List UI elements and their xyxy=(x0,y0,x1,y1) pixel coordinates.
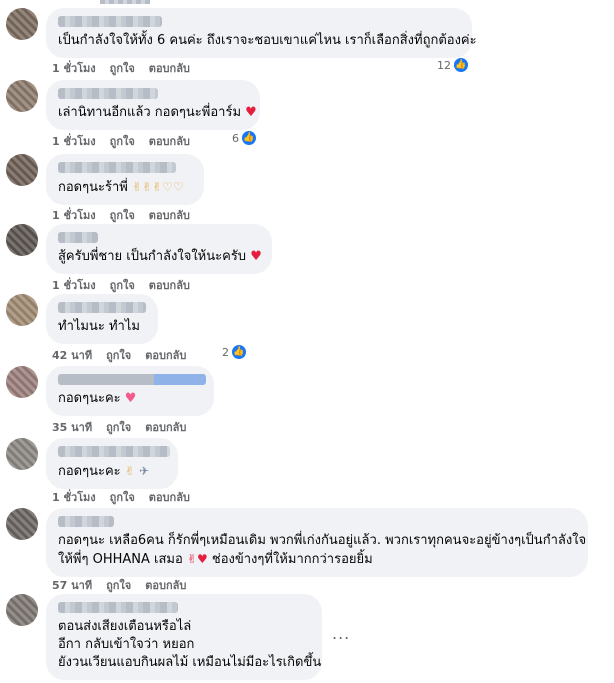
blurred-author-name[interactable] xyxy=(58,162,176,173)
comment-text-body: ให้พี่ๆ OHHANA เสมอ xyxy=(58,552,183,567)
avatar[interactable] xyxy=(6,366,38,398)
red-heart-icon: ♥ xyxy=(245,105,257,120)
avatar[interactable] xyxy=(6,438,38,470)
like-button[interactable]: ถูกใจ xyxy=(110,206,135,224)
comment-actions: 1 ชั่วโมง ถูกใจ ตอบกลับ xyxy=(52,206,190,224)
comment-bubble: กอดๆนะ เหลือ6คน ก็รักพี่ๆเหมือนเดิม พวกพ… xyxy=(46,508,588,577)
reply-button[interactable]: ตอบกลับ xyxy=(145,576,186,594)
comment-actions: 1 ชั่วโมง ถูกใจ ตอบกลับ xyxy=(52,59,190,77)
reaction-number: 2 xyxy=(222,345,229,359)
comment-bubble: กอดๆนะคะ ♥ xyxy=(46,366,214,416)
comment-text-body: กอดๆนะร้าพี่ xyxy=(58,180,128,195)
comment-actions: 42 นาที ถูกใจ ตอบกลับ xyxy=(52,346,186,364)
victory-hand-icon: ✌ xyxy=(124,464,135,478)
comment-text-body: กอดๆนะคะ xyxy=(58,391,121,406)
comment-text: เล่านิทานอีกแล้ว กอดๆนะพี่อาร์ม ♥ xyxy=(58,104,257,122)
blurred-author-name[interactable] xyxy=(58,602,178,613)
comment-text-line-1: กอดๆนะ เหลือ6คน ก็รักพี่ๆเหมือนเดิม พวกพ… xyxy=(58,533,587,548)
comment-bubble: ตอนส่งเสียงเตือนหรือไล่ อีกา กลับเข้าใจว… xyxy=(46,594,322,680)
timestamp[interactable]: 1 ชั่วโมง xyxy=(52,488,96,506)
avatar[interactable] xyxy=(6,594,38,626)
blurred-author-name[interactable] xyxy=(58,232,98,243)
avatar[interactable] xyxy=(6,80,38,112)
timestamp[interactable]: 1 ชั่วโมง xyxy=(52,206,96,224)
avatar[interactable] xyxy=(6,224,38,256)
like-button[interactable]: ถูกใจ xyxy=(106,346,131,364)
avatar[interactable] xyxy=(6,508,38,540)
thumbs-up-icon: 👍 xyxy=(453,57,469,73)
like-button[interactable]: ถูกใจ xyxy=(106,418,131,436)
reply-button[interactable]: ตอบกลับ xyxy=(149,488,190,506)
blurred-author-name[interactable] xyxy=(58,516,114,527)
comment-bubble: กอดๆนะร้าพี่ ✌✌✌♡♡ xyxy=(46,154,204,205)
comment-bubble: สู้ครับพี่ชาย เป็นกำลังใจให้นะครับ ♥ xyxy=(46,224,272,274)
timestamp[interactable]: 57 นาที xyxy=(52,576,92,594)
comment-text: กอดๆนะคะ ♥ xyxy=(58,390,202,408)
comment-actions: 57 นาที ถูกใจ ตอบกลับ xyxy=(52,576,186,594)
comment-text-line-1: ตอนส่งเสียงเตือนหรือไล่ xyxy=(58,619,192,634)
reply-button[interactable]: ตอบกลับ xyxy=(149,206,190,224)
previous-comment-stub xyxy=(100,0,150,4)
comment-bubble: กอดๆนะคะ ✌ ✈ xyxy=(46,438,178,489)
comment-text: กอดๆนะร้าพี่ ✌✌✌♡♡ xyxy=(58,178,192,197)
timestamp[interactable]: 42 นาที xyxy=(52,346,92,364)
comment-text: สู้ครับพี่ชาย เป็นกำลังใจให้นะครับ ♥ xyxy=(58,248,262,266)
blurred-author-name[interactable] xyxy=(58,88,158,99)
avatar[interactable] xyxy=(6,8,38,40)
like-button[interactable]: ถูกใจ xyxy=(110,59,135,77)
reply-button[interactable]: ตอบกลับ xyxy=(149,276,190,294)
comment-bubble: ทำไมนะ ทำไม xyxy=(46,294,158,344)
thumbs-up-icon: 👍 xyxy=(241,130,257,146)
blurred-author-name[interactable] xyxy=(58,374,206,385)
comment-text-body: สู้ครับพี่ชาย เป็นกำลังใจให้นะครับ xyxy=(58,249,247,264)
comment-text: กอดๆนะคะ ✌ ✈ xyxy=(58,462,166,481)
comment-text-line-2: ให้พี่ๆ OHHANA เสมอ ✌♥ ช่องข้างๆที่ให้มา… xyxy=(58,550,576,569)
dove-icon: ✈ xyxy=(139,464,150,478)
timestamp[interactable]: 35 นาที xyxy=(52,418,92,436)
reply-button[interactable]: ตอบกลับ xyxy=(145,418,186,436)
reaction-count[interactable]: 12 👍 xyxy=(437,57,469,73)
timestamp[interactable]: 1 ชั่วโมง xyxy=(52,59,96,77)
reply-button[interactable]: ตอบกลับ xyxy=(149,59,190,77)
red-heart-icon: ♥ xyxy=(250,249,262,264)
comment-text-body: กอดๆนะคะ xyxy=(58,464,121,479)
blurred-author-name[interactable] xyxy=(58,16,162,27)
more-options-button[interactable]: ... xyxy=(332,624,350,643)
victory-hand-icon: ✌✌✌♡♡ xyxy=(131,180,184,194)
avatar[interactable] xyxy=(6,154,38,186)
comment-text-body: เล่านิทานอีกแล้ว กอดๆนะพี่อาร์ม xyxy=(58,105,242,120)
reply-button[interactable]: ตอบกลับ xyxy=(145,346,186,364)
comment-text-line-3: ยังวนเวียนแอบกินผลไม้ เหมือนไม่มีอะไรเกิ… xyxy=(58,655,322,670)
blurred-author-name[interactable] xyxy=(58,446,170,457)
like-button[interactable]: ถูกใจ xyxy=(110,132,135,150)
comment-actions: 1 ชั่วโมง ถูกใจ ตอบกลับ xyxy=(52,488,190,506)
timestamp[interactable]: 1 ชั่วโมง xyxy=(52,276,96,294)
heart-hand-icon: ✌♥ xyxy=(186,552,208,566)
avatar[interactable] xyxy=(6,294,38,326)
like-button[interactable]: ถูกใจ xyxy=(110,276,135,294)
reaction-count[interactable]: 6 👍 xyxy=(232,130,257,146)
reaction-number: 6 xyxy=(232,131,239,145)
like-button[interactable]: ถูกใจ xyxy=(106,576,131,594)
comment-text: ทำไมนะ ทำไม xyxy=(58,319,140,334)
comment-bubble: เป็นกำลังใจให้ทั้ง 6 คนค่ะ ถึงเราจะชอบเข… xyxy=(46,8,477,58)
comment-actions: 35 นาที ถูกใจ ตอบกลับ xyxy=(52,418,186,436)
reaction-count[interactable]: 2 👍 xyxy=(222,344,247,360)
blurred-author-name[interactable] xyxy=(58,302,146,313)
pink-heart-icon: ♥ xyxy=(124,391,137,406)
comment-text: เป็นกำลังใจให้ทั้ง 6 คนค่ะ ถึงเราจะชอบเข… xyxy=(58,33,477,48)
comment-text-line-2: อีกา กลับเข้าใจว่า หยอก xyxy=(58,637,195,652)
comment-actions: 1 ชั่วโมง ถูกใจ ตอบกลับ xyxy=(52,132,190,150)
timestamp[interactable]: 1 ชั่วโมง xyxy=(52,132,96,150)
like-button[interactable]: ถูกใจ xyxy=(110,488,135,506)
reaction-number: 12 xyxy=(437,58,451,72)
reply-button[interactable]: ตอบกลับ xyxy=(149,132,190,150)
thumbs-up-icon: 👍 xyxy=(231,344,247,360)
comment-text-tail: ช่องข้างๆที่ให้มากกว่ารอยยิ้ม xyxy=(211,552,373,567)
comment-actions: 1 ชั่วโมง ถูกใจ ตอบกลับ xyxy=(52,276,190,294)
comment-bubble: เล่านิทานอีกแล้ว กอดๆนะพี่อาร์ม ♥ xyxy=(46,80,260,130)
